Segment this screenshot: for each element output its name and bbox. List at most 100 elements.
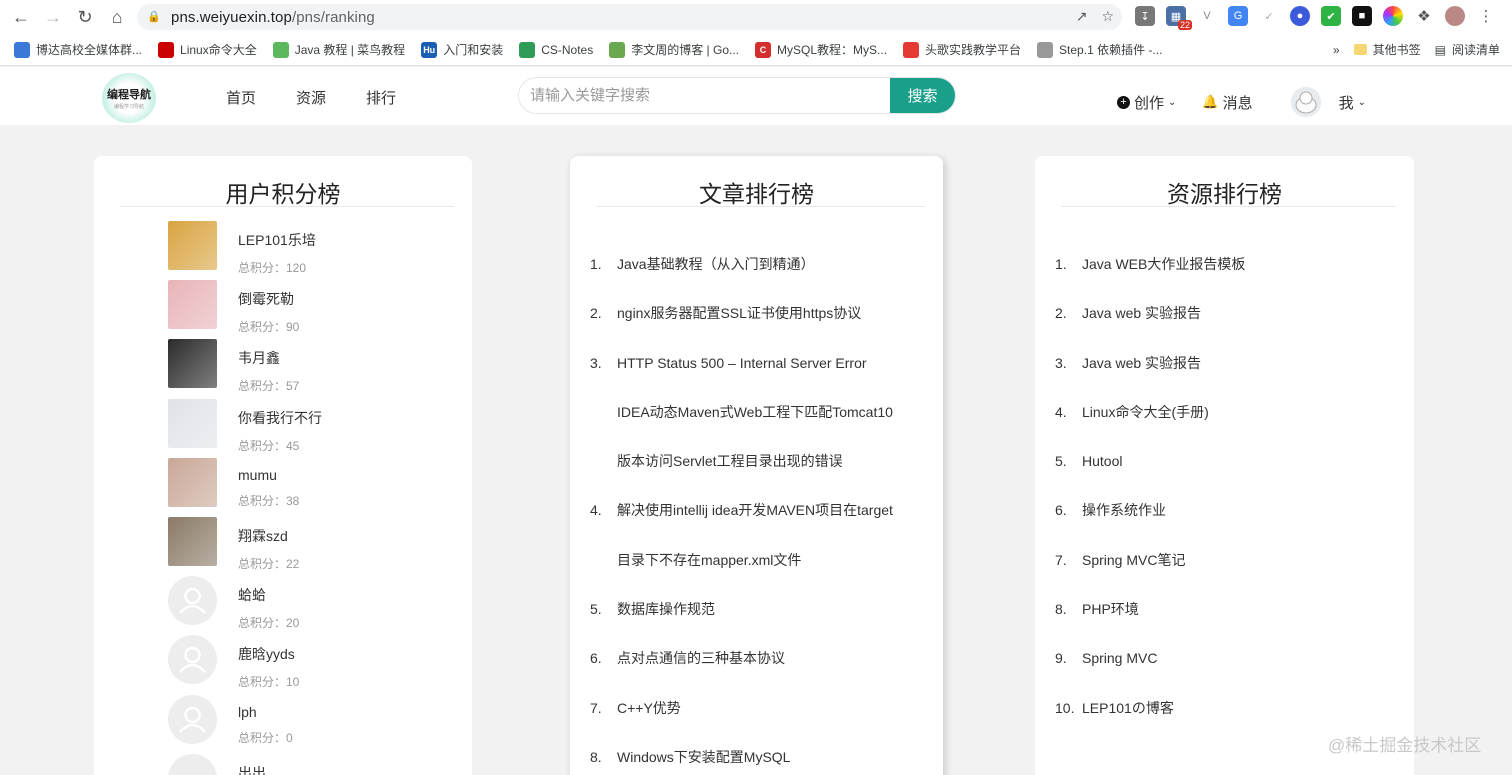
resource-title[interactable]: Linux命令大全(手册) bbox=[1082, 388, 1395, 437]
color-picker-icon[interactable] bbox=[1383, 6, 1403, 26]
extension-globe-icon[interactable]: ● bbox=[1290, 6, 1310, 26]
list-item[interactable]: 7. Spring MVC笔记 bbox=[1055, 536, 1395, 585]
user-name[interactable]: 蛤蛤 bbox=[238, 585, 299, 605]
avatar[interactable] bbox=[168, 221, 217, 270]
share-icon[interactable]: ↗ bbox=[1076, 8, 1088, 25]
list-item[interactable]: 8. PHP环境 bbox=[1055, 585, 1395, 634]
vue-devtools-icon[interactable]: V bbox=[1197, 6, 1217, 26]
list-item[interactable]: 1. Java WEB大作业报告模板 bbox=[1055, 240, 1395, 289]
list-item[interactable]: 4. Linux命令大全(手册) bbox=[1055, 388, 1395, 437]
bookmark-item[interactable]: 博达高校全媒体群... bbox=[14, 41, 142, 58]
avatar[interactable] bbox=[168, 280, 217, 330]
article-title[interactable]: Windows下安装配置MySQL bbox=[617, 733, 930, 775]
user-name[interactable]: 倒霉死勒 bbox=[238, 289, 299, 309]
avatar[interactable] bbox=[168, 398, 217, 448]
site-logo[interactable]: 编程导航 编程学习导航 bbox=[102, 73, 156, 123]
user-name[interactable]: mumu bbox=[238, 467, 299, 483]
article-title-continued[interactable]: 目录下不存在mapper.xml文件 bbox=[590, 536, 930, 585]
list-item[interactable]: 6. 点对点通信的三种基本协议 bbox=[590, 634, 930, 683]
search-input[interactable] bbox=[519, 78, 890, 113]
bookmarks-overflow-button[interactable]: » bbox=[1333, 43, 1340, 57]
list-item[interactable]: 翔霖szd 总积分：22 bbox=[168, 517, 299, 572]
list-item[interactable]: 10. LEP101の博客 bbox=[1055, 684, 1395, 733]
bookmark-item[interactable]: 李文周的博客 | Go... bbox=[609, 41, 739, 58]
messages-link[interactable]: 🔔 消息 bbox=[1202, 92, 1252, 113]
nav-ranking[interactable]: 排行 bbox=[366, 87, 396, 108]
reading-list[interactable]: ▤ 阅读清单 bbox=[1435, 41, 1500, 58]
forward-icon[interactable]: → bbox=[37, 0, 69, 34]
translate-icon[interactable]: G bbox=[1228, 6, 1248, 26]
list-item[interactable]: mumu 总积分：38 bbox=[168, 457, 299, 509]
resource-title[interactable]: PHP环境 bbox=[1082, 585, 1395, 634]
search-button[interactable]: 搜索 bbox=[890, 78, 955, 113]
list-item[interactable]: 3. Java web 实验报告 bbox=[1055, 339, 1395, 388]
create-menu[interactable]: + 创作 ⌄ bbox=[1117, 92, 1176, 113]
list-item[interactable]: 2. nginx服务器配置SSL证书使用https协议 bbox=[590, 289, 930, 338]
other-bookmarks[interactable]: 其他书签 bbox=[1353, 41, 1421, 58]
resource-title[interactable]: Java WEB大作业报告模板 bbox=[1082, 240, 1395, 289]
list-item[interactable]: 5. Hutool bbox=[1055, 437, 1395, 486]
user-menu[interactable]: 我 ⌄ bbox=[1290, 87, 1366, 117]
check-icon[interactable]: ✓ bbox=[1259, 6, 1279, 26]
user-name[interactable]: 鹿晗yyds bbox=[238, 644, 299, 664]
nav-home[interactable]: 首页 bbox=[226, 87, 256, 108]
extension-dark-icon[interactable]: ■ bbox=[1352, 6, 1372, 26]
avatar[interactable] bbox=[1290, 87, 1321, 117]
back-icon[interactable]: ← bbox=[5, 0, 37, 34]
extension-apps-icon[interactable]: ▦ 22 bbox=[1166, 6, 1192, 30]
avatar[interactable] bbox=[168, 517, 217, 566]
bookmark-item[interactable]: Step.1 依赖插件 -... bbox=[1037, 41, 1162, 58]
user-name[interactable]: 出出 bbox=[238, 763, 266, 775]
list-item[interactable]: 5. 数据库操作规范 bbox=[590, 585, 930, 634]
resource-title[interactable]: Spring MVC bbox=[1082, 634, 1395, 683]
user-name[interactable]: 翔霖szd bbox=[238, 526, 299, 546]
bookmark-item[interactable]: Hu 入门和安装 bbox=[421, 41, 503, 58]
resource-title[interactable]: LEP101の博客 bbox=[1082, 684, 1395, 733]
avatar[interactable] bbox=[168, 753, 217, 775]
article-title-continued[interactable]: 版本访问Servlet工程目录出现的错误 bbox=[590, 437, 930, 486]
bookmark-item[interactable]: 头歌实践教学平台 bbox=[903, 41, 1021, 58]
reload-icon[interactable]: ↻ bbox=[69, 0, 101, 34]
bookmark-star-icon[interactable]: ☆ bbox=[1101, 8, 1114, 25]
shield-icon[interactable]: ✔ bbox=[1321, 6, 1341, 26]
list-item[interactable]: 你看我行不行 总积分：45 bbox=[168, 398, 322, 454]
download-icon[interactable]: ↧ bbox=[1135, 6, 1155, 26]
lock-icon[interactable]: 🔒 bbox=[147, 10, 161, 24]
list-item[interactable]: 4. 解决使用intellij idea开发MAVEN项目在target bbox=[590, 486, 930, 535]
list-item[interactable]: lph 总积分：0 bbox=[168, 694, 293, 746]
article-title-continued[interactable]: IDEA动态Maven式Web工程下匹配Tomcat10 bbox=[590, 388, 930, 437]
list-item[interactable]: 1. Java基础教程（从入门到精通） bbox=[590, 240, 930, 289]
resource-title[interactable]: Spring MVC笔记 bbox=[1082, 536, 1395, 585]
user-name[interactable]: 韦月鑫 bbox=[238, 348, 299, 368]
list-item[interactable]: 韦月鑫 总积分：57 bbox=[168, 339, 299, 394]
bookmark-item[interactable]: Java 教程 | 菜鸟教程 bbox=[272, 41, 405, 58]
bookmark-item[interactable]: CS-Notes bbox=[519, 41, 593, 58]
list-item[interactable]: 6. 操作系统作业 bbox=[1055, 486, 1395, 535]
home-icon[interactable]: ⌂ bbox=[101, 0, 133, 34]
article-title[interactable]: Java基础教程（从入门到精通） bbox=[617, 240, 930, 289]
resource-title[interactable]: 操作系统作业 bbox=[1082, 486, 1395, 535]
resource-title[interactable]: Java web 实验报告 bbox=[1082, 289, 1395, 338]
article-title[interactable]: 解决使用intellij idea开发MAVEN项目在target bbox=[617, 486, 930, 535]
avatar[interactable] bbox=[168, 339, 217, 389]
profile-avatar-icon[interactable] bbox=[1445, 6, 1465, 26]
list-item[interactable]: 倒霉死勒 总积分：90 bbox=[168, 280, 299, 335]
list-item[interactable]: LEP101乐培 总积分：120 bbox=[168, 221, 316, 276]
menu-icon[interactable]: ⋮ bbox=[1476, 6, 1496, 26]
article-title[interactable]: nginx服务器配置SSL证书使用https协议 bbox=[617, 289, 930, 338]
puzzle-icon[interactable]: ❖ bbox=[1414, 6, 1434, 26]
address-bar[interactable]: 🔒 pns.weiyuexin.top/pns/ranking ↗ ☆ bbox=[137, 4, 1122, 30]
list-item[interactable]: 9. Spring MVC bbox=[1055, 634, 1395, 683]
list-item[interactable]: 7. C++Y优势 bbox=[590, 684, 930, 733]
bookmark-item[interactable]: Linux命令大全 bbox=[158, 41, 257, 58]
avatar[interactable] bbox=[168, 457, 217, 507]
list-item[interactable]: 2. Java web 实验报告 bbox=[1055, 289, 1395, 338]
article-title[interactable]: 数据库操作规范 bbox=[617, 585, 930, 634]
user-name[interactable]: 你看我行不行 bbox=[238, 408, 322, 428]
list-item[interactable]: 8. Windows下安装配置MySQL bbox=[590, 733, 930, 775]
bookmark-item[interactable]: C MySQL教程：MyS... bbox=[755, 41, 887, 58]
article-title[interactable]: C++Y优势 bbox=[617, 684, 930, 733]
list-item[interactable]: 鹿晗yyds 总积分：10 bbox=[168, 635, 299, 690]
list-item[interactable]: 3. HTTP Status 500 – Internal Server Erro… bbox=[590, 339, 930, 388]
article-title[interactable]: HTTP Status 500 – Internal Server Error bbox=[617, 339, 930, 388]
